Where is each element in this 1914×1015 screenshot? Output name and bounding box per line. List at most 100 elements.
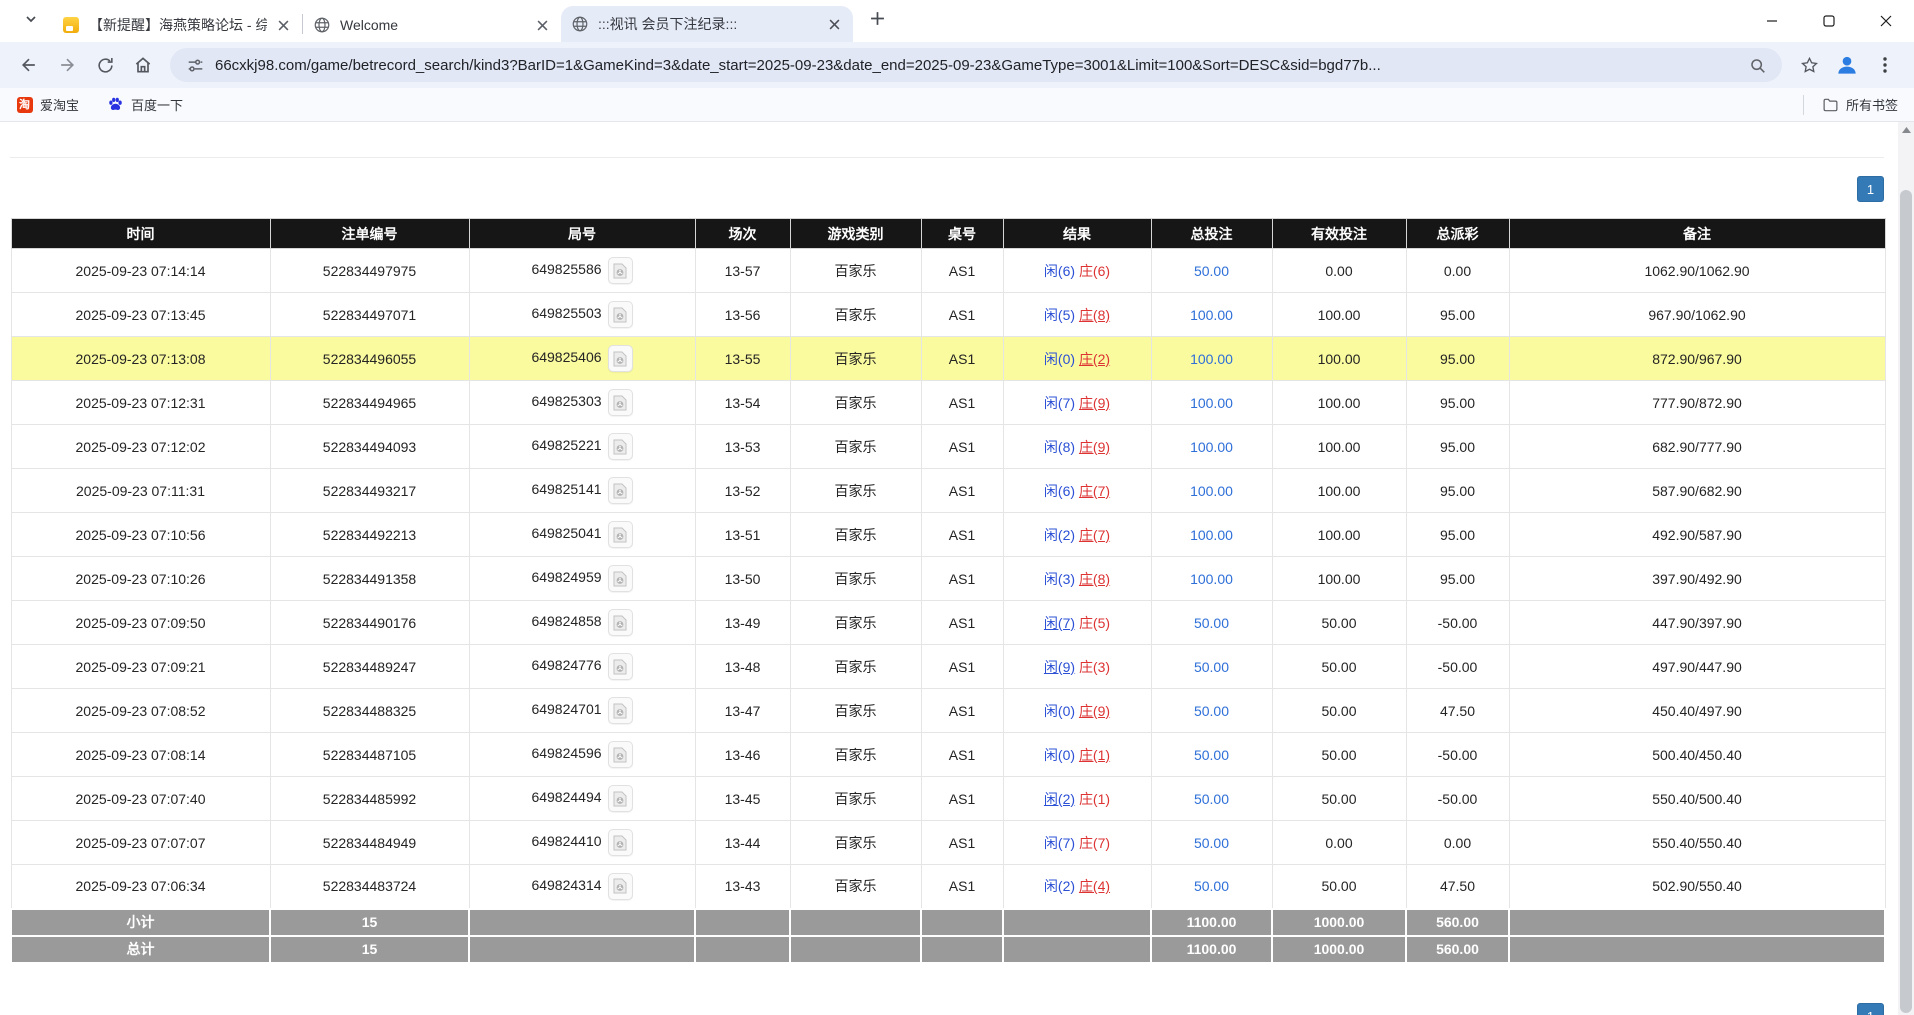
scrollbar-thumb[interactable] xyxy=(1900,190,1912,1013)
total-bet-link[interactable]: 50.00 xyxy=(1194,659,1229,675)
result-banker: 庄(8) xyxy=(1079,571,1110,587)
cell-remark: 682.90/777.90 xyxy=(1509,425,1885,469)
total-bet-link[interactable]: 100.00 xyxy=(1190,571,1233,587)
table-row: 2025-09-23 07:08:52522834488325649824701… xyxy=(11,689,1885,733)
tab-bet-records[interactable]: :::视讯 会员下注纪录::: xyxy=(561,6,853,42)
video-replay-button[interactable] xyxy=(608,521,633,548)
taobao-icon: 淘 xyxy=(16,96,33,113)
column-header-remark: 备注 xyxy=(1509,219,1885,249)
cell-session: 13-52 xyxy=(695,469,790,513)
bookmark-taobao[interactable]: 淘 爱淘宝 xyxy=(16,95,79,114)
table-row: 2025-09-23 07:08:14522834487105649824596… xyxy=(11,733,1885,777)
total-bet-link[interactable]: 100.00 xyxy=(1190,351,1233,367)
round-number: 649824701 xyxy=(531,701,601,717)
close-icon[interactable] xyxy=(274,16,292,34)
video-replay-button[interactable] xyxy=(608,477,633,504)
profile-avatar[interactable] xyxy=(1832,50,1862,80)
new-tab-button[interactable] xyxy=(863,7,891,35)
summary-cell-result xyxy=(1003,909,1151,936)
maximize-button[interactable] xyxy=(1800,0,1857,42)
close-window-button[interactable] xyxy=(1857,0,1914,42)
total-bet-link[interactable]: 100.00 xyxy=(1190,395,1233,411)
video-replay-button[interactable] xyxy=(608,829,633,856)
pagination-page-1-bottom[interactable]: 1 xyxy=(1857,1003,1884,1015)
video-replay-button[interactable] xyxy=(608,565,633,592)
close-icon[interactable] xyxy=(825,15,843,33)
total-bet-link[interactable]: 50.00 xyxy=(1194,747,1229,763)
cell-bet_id: 522834491358 xyxy=(270,557,469,601)
total-bet-link[interactable]: 100.00 xyxy=(1190,307,1233,323)
total-bet-link[interactable]: 50.00 xyxy=(1194,878,1229,894)
menu-kebab-icon[interactable] xyxy=(1868,48,1902,82)
cell-valid_bet: 100.00 xyxy=(1272,381,1406,425)
cell-bet_id: 522834493217 xyxy=(270,469,469,513)
back-button[interactable] xyxy=(12,48,46,82)
video-replay-button[interactable] xyxy=(608,741,633,768)
tab-forum[interactable]: 【新提醒】海燕策略论坛 - 综合 xyxy=(52,8,302,42)
cell-table_id: AS1 xyxy=(921,733,1003,777)
total-bet-link[interactable]: 50.00 xyxy=(1194,615,1229,631)
pagination-page-1-top[interactable]: 1 xyxy=(1857,176,1884,202)
cell-result: 闲(2) 庄(7) xyxy=(1003,513,1151,557)
bookmark-star-button[interactable] xyxy=(1792,48,1826,82)
video-replay-button[interactable] xyxy=(608,873,633,900)
total-bet-link[interactable]: 100.00 xyxy=(1190,439,1233,455)
video-replay-button[interactable] xyxy=(608,433,633,460)
cell-table_id: AS1 xyxy=(921,645,1003,689)
total-bet-link[interactable]: 50.00 xyxy=(1194,263,1229,279)
total-bet-link[interactable]: 100.00 xyxy=(1190,483,1233,499)
video-replay-button[interactable] xyxy=(608,609,633,636)
video-replay-button[interactable] xyxy=(608,257,633,284)
cell-result: 闲(2) 庄(1) xyxy=(1003,777,1151,821)
cell-game_type: 百家乐 xyxy=(790,601,921,645)
video-replay-button[interactable] xyxy=(608,697,633,724)
close-icon[interactable] xyxy=(533,16,551,34)
cell-result: 闲(0) 庄(9) xyxy=(1003,689,1151,733)
cell-session: 13-49 xyxy=(695,601,790,645)
url-text[interactable]: 66cxkj98.com/game/betrecord_search/kind3… xyxy=(215,57,1737,74)
grand-total-row: 总计151100.001000.00560.00 xyxy=(11,936,1885,963)
cell-payout: 0.00 xyxy=(1406,249,1509,293)
cell-round_id: 649825503 xyxy=(469,293,695,337)
forward-button[interactable] xyxy=(50,48,84,82)
cell-session: 13-44 xyxy=(695,821,790,865)
address-bar[interactable]: 66cxkj98.com/game/betrecord_search/kind3… xyxy=(170,48,1782,82)
video-replay-button[interactable] xyxy=(608,785,633,812)
cell-payout: -50.00 xyxy=(1406,645,1509,689)
cell-game_type: 百家乐 xyxy=(790,777,921,821)
table-row: 2025-09-23 07:13:45522834497071649825503… xyxy=(11,293,1885,337)
minimize-button[interactable] xyxy=(1743,0,1800,42)
total-bet-link[interactable]: 50.00 xyxy=(1194,791,1229,807)
video-replay-button[interactable] xyxy=(608,301,633,328)
tab-search-button[interactable] xyxy=(16,6,46,36)
site-info-icon[interactable] xyxy=(183,53,207,77)
cell-result: 闲(0) 庄(1) xyxy=(1003,733,1151,777)
summary-cell-bet_id: 15 xyxy=(270,936,469,963)
video-replay-button[interactable] xyxy=(608,389,633,416)
reload-button[interactable] xyxy=(88,48,122,82)
round-number: 649825406 xyxy=(531,349,601,365)
total-bet-link[interactable]: 50.00 xyxy=(1194,703,1229,719)
bookmark-baidu[interactable]: 百度一下 xyxy=(107,95,183,114)
home-button[interactable] xyxy=(126,48,160,82)
summary-cell-time: 总计 xyxy=(11,936,270,963)
cell-session: 13-50 xyxy=(695,557,790,601)
table-row: 2025-09-23 07:12:02522834494093649825221… xyxy=(11,425,1885,469)
tab-welcome[interactable]: Welcome xyxy=(303,8,561,42)
result-player: 闲(3) xyxy=(1044,571,1075,587)
cell-round_id: 649825141 xyxy=(469,469,695,513)
total-bet-link[interactable]: 100.00 xyxy=(1190,527,1233,543)
scroll-up-icon[interactable] xyxy=(1898,122,1914,138)
zoom-icon[interactable] xyxy=(1745,53,1769,77)
table-row: 2025-09-23 07:13:08522834496055649825406… xyxy=(11,337,1885,381)
video-replay-button[interactable] xyxy=(608,653,633,680)
folder-icon xyxy=(1822,96,1839,113)
cell-result: 闲(7) 庄(7) xyxy=(1003,821,1151,865)
video-replay-button[interactable] xyxy=(608,345,633,372)
all-bookmarks[interactable]: 所有书签 xyxy=(1803,95,1898,115)
result-player: 闲(5) xyxy=(1044,307,1075,323)
vertical-scrollbar[interactable] xyxy=(1898,122,1914,1015)
total-bet-link[interactable]: 50.00 xyxy=(1194,835,1229,851)
round-number: 649824596 xyxy=(531,745,601,761)
result-player: 闲(6) xyxy=(1044,263,1075,279)
